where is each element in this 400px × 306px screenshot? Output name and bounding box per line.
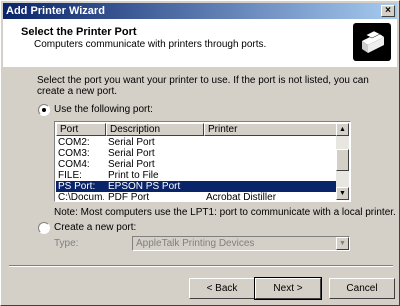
scroll-down-arrow-icon[interactable]: ▼ [336, 187, 349, 200]
title-bar[interactable]: Add Printer Wizard × [3, 3, 397, 19]
scroll-thumb[interactable] [336, 149, 349, 171]
table-row[interactable]: FILE: Print to File [56, 170, 336, 181]
table-row[interactable]: COM4: Serial Port [56, 159, 336, 170]
close-button[interactable]: × [381, 5, 395, 17]
description-cell: PDF Port [108, 192, 150, 200]
port-list-body: Port Description Printer COM2: Serial Po… [56, 123, 336, 200]
port-cell: C:\Docum... [58, 192, 104, 200]
table-row[interactable]: COM3: Serial Port [56, 148, 336, 159]
description-cell: EPSON PS Port [108, 181, 181, 192]
column-header-description[interactable]: Description [106, 123, 204, 136]
footer-divider [9, 265, 393, 267]
back-button[interactable]: < Back [189, 278, 255, 299]
wizard-window: Add Printer Wizard × Select the Printer … [0, 0, 400, 306]
column-header-port[interactable]: Port [56, 123, 106, 136]
port-cell: COM4: [58, 159, 90, 170]
create-port-label[interactable]: Create a new port: [54, 222, 136, 233]
header-divider [3, 66, 397, 67]
printer-port-icon [353, 23, 391, 61]
column-header-printer[interactable]: Printer [204, 123, 336, 136]
vertical-scrollbar[interactable]: ▲ ▼ [336, 123, 349, 200]
port-type-select: AppleTalk Printing Devices ▼ [132, 236, 350, 251]
scroll-up-arrow-icon[interactable]: ▲ [336, 123, 349, 136]
create-port-radio[interactable] [38, 222, 50, 234]
note-text: Note: Most computers use the LPT1: port … [54, 207, 396, 218]
table-row-selected[interactable]: PS Port: EPSON PS Port [56, 181, 336, 192]
description-cell: Print to File [108, 170, 159, 181]
cancel-button[interactable]: Cancel [329, 278, 395, 299]
intro-text: Select the port you want your printer to… [37, 75, 369, 97]
port-cell: COM3: [58, 148, 90, 159]
description-cell: Serial Port [108, 148, 155, 159]
port-cell: FILE: [58, 170, 82, 181]
printer-cell: Acrobat Distiller [206, 192, 277, 200]
window-title: Add Printer Wizard [6, 5, 105, 17]
table-row[interactable]: C:\Docum... PDF Port Acrobat Distiller [56, 192, 336, 200]
dropdown-arrow-icon: ▼ [336, 237, 349, 250]
wizard-header: Select the Printer Port Computers commun… [3, 19, 397, 67]
page-subtitle: Computers communicate with printers thro… [34, 39, 267, 50]
description-cell: Serial Port [108, 159, 155, 170]
table-row[interactable]: COM2: Serial Port [56, 137, 336, 148]
port-type-value: AppleTalk Printing Devices [136, 238, 255, 249]
next-button[interactable]: Next > [254, 277, 322, 300]
type-label: Type: [54, 238, 79, 249]
port-cell: COM2: [58, 137, 90, 148]
port-cell: PS Port: [58, 181, 96, 192]
port-list[interactable]: Port Description Printer COM2: Serial Po… [54, 121, 351, 202]
description-cell: Serial Port [108, 137, 155, 148]
page-title: Select the Printer Port [21, 26, 137, 38]
use-port-label[interactable]: Use the following port: [54, 104, 153, 115]
use-port-radio[interactable] [38, 104, 50, 116]
